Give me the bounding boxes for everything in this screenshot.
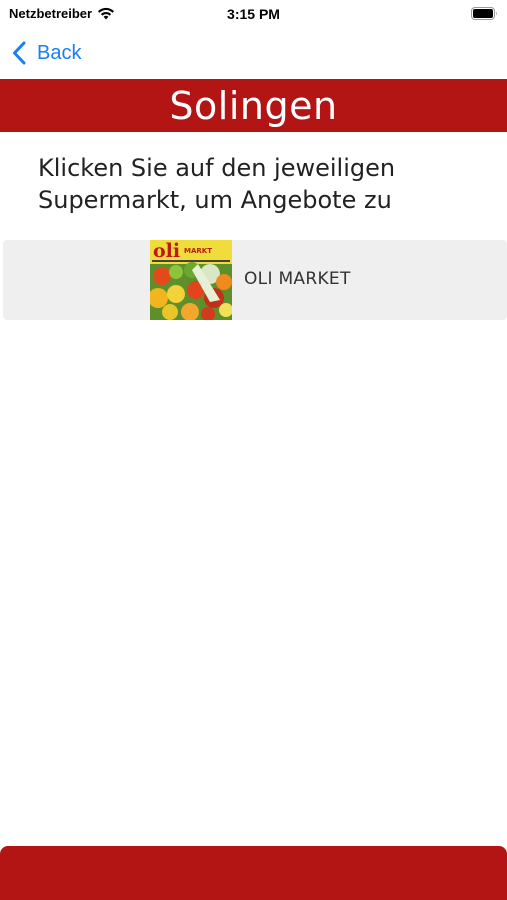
svg-text:oli: oli (153, 240, 180, 262)
app-screen: Netzbetreiber 3:15 PM Back Solingen Klic… (0, 0, 507, 900)
title-banner: Solingen (0, 79, 507, 132)
oli-market-logo-image: oli MARKT (150, 240, 232, 320)
chevron-left-icon (13, 41, 26, 65)
navigation-bar: Back (0, 30, 507, 78)
market-logo: oli MARKT (150, 240, 232, 320)
bottom-bar (0, 846, 507, 900)
market-name: OLI MARKET (244, 269, 351, 289)
market-list-item[interactable]: oli MARKT OLI MARKET (3, 240, 507, 320)
status-time: 3:15 PM (227, 6, 280, 22)
back-button[interactable]: Back (12, 38, 81, 68)
instruction-text: Klicken Sie auf den jeweiligen Supermark… (38, 154, 396, 214)
svg-text:MARKT: MARKT (184, 247, 212, 255)
status-bar: Netzbetreiber 3:15 PM (0, 0, 507, 30)
back-button-label: Back (37, 41, 82, 64)
page-title: Solingen (169, 83, 338, 128)
battery-icon (471, 7, 497, 20)
